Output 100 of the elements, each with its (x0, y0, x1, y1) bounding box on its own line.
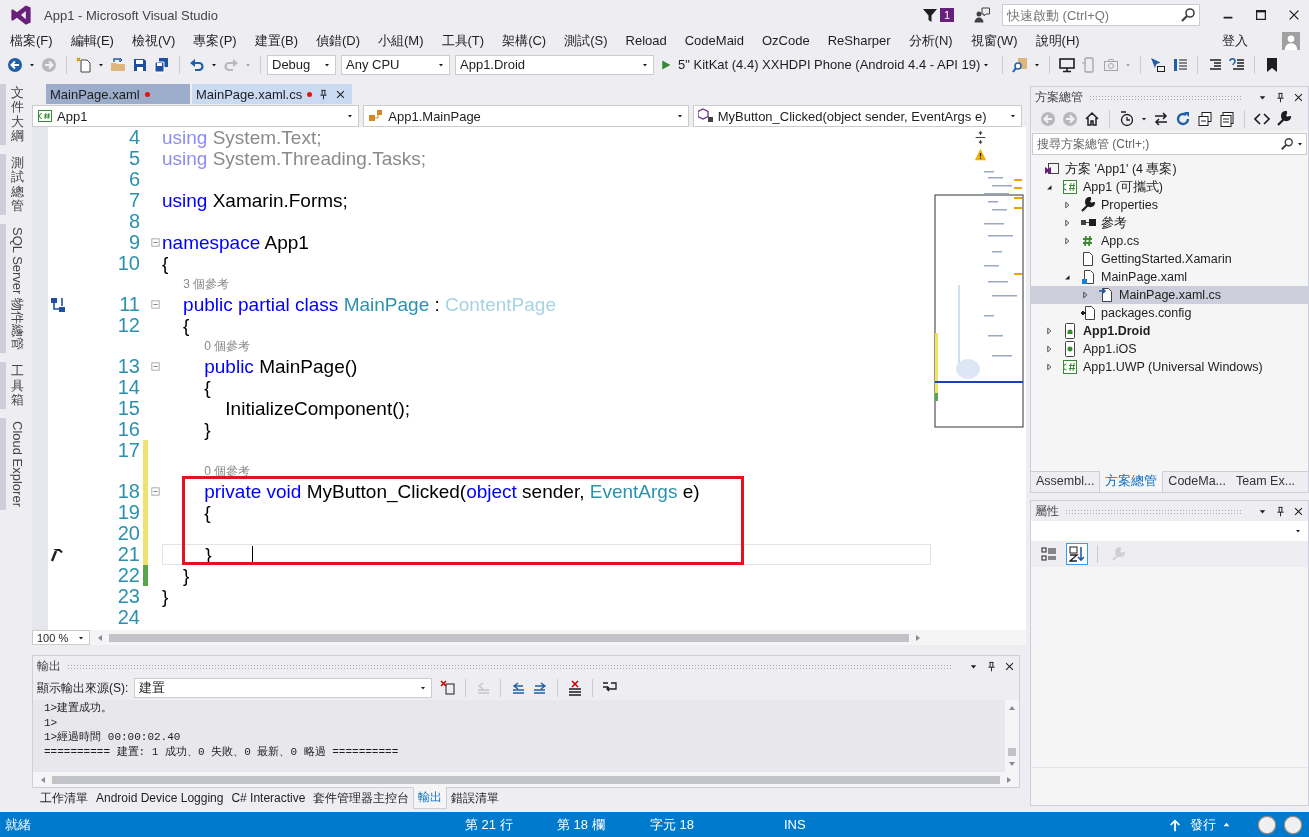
menu-item[interactable]: Reload (616, 30, 676, 51)
dropdown-arrow-icon[interactable] (1009, 112, 1017, 120)
status-circle-icon[interactable] (1283, 814, 1303, 835)
menu-item[interactable]: 測試(S) (555, 30, 617, 51)
dropdown-arrow-icon[interactable] (1294, 527, 1302, 535)
side-tab[interactable]: 工具箱 (0, 362, 24, 410)
feedback-icon[interactable] (974, 7, 990, 23)
menu-item[interactable]: CodeMaid (675, 30, 753, 51)
reference-count[interactable]: 0 個參考 (204, 337, 251, 355)
maximize-icon[interactable] (1254, 8, 1268, 22)
horizontal-scrollbar[interactable] (33, 772, 1019, 787)
tree-item[interactable]: App1.UWP (Universal Windows) (1031, 358, 1308, 376)
search-icon[interactable] (1280, 137, 1294, 151)
dropdown-arrow-icon[interactable] (675, 112, 684, 120)
close-icon[interactable] (1004, 660, 1015, 672)
selection-icon[interactable] (1150, 56, 1167, 73)
caret-up-icon[interactable] (1222, 820, 1231, 829)
previous-message-icon[interactable] (510, 680, 527, 696)
panel-tab[interactable]: 套件管理器主控台 (309, 787, 414, 809)
collapsed-arrow-icon[interactable] (1062, 218, 1072, 228)
filter-icon[interactable] (921, 7, 938, 23)
list-icon[interactable] (1172, 56, 1189, 73)
search-input[interactable]: 搜尋方案總管 (Ctrl+;) (1033, 135, 1280, 153)
go-to-source-icon[interactable] (440, 680, 457, 696)
tree-item[interactable]: MainPage.xaml (1031, 268, 1308, 286)
reference-count[interactable]: 3 個參考 (183, 275, 230, 293)
startup-project-dropdown[interactable]: App1.Droid (455, 54, 654, 75)
menu-item[interactable]: 小組(M) (369, 30, 433, 51)
publish-button[interactable]: 發行 (1190, 815, 1216, 834)
expanded-arrow-icon[interactable] (1062, 272, 1072, 282)
new-item-icon[interactable] (76, 56, 92, 73)
refresh-icon[interactable] (1175, 111, 1191, 127)
tree-item[interactable]: App1.Droid (1031, 322, 1308, 340)
expanded-arrow-icon[interactable] (1044, 182, 1054, 192)
avatar-icon[interactable] (1282, 31, 1300, 50)
sort-alphabetical-icon[interactable] (1066, 543, 1088, 565)
find-in-files-icon[interactable] (1012, 56, 1029, 73)
menu-item[interactable]: 編輯(E) (61, 30, 123, 51)
close-icon[interactable] (335, 88, 347, 100)
comment-icon[interactable] (1229, 56, 1246, 73)
panel-tab[interactable]: Android Device Logging (92, 789, 228, 807)
pin-icon[interactable] (1275, 505, 1286, 517)
member-dropdown[interactable]: MyButton_Clicked(object sender, EventArgs e) (692, 105, 1022, 127)
code-icon[interactable] (1254, 111, 1270, 127)
panel-tab[interactable]: Team Ex... (1231, 472, 1301, 490)
configuration-dropdown[interactable]: Debug (267, 54, 336, 75)
run-button[interactable]: 5" KitKat (4.4) XXHDPI Phone (Android 4.4 - API 19) (656, 57, 997, 72)
open-folder-icon[interactable] (110, 56, 126, 73)
menu-item[interactable]: 專案(P) (184, 30, 246, 51)
menu-item[interactable]: 分析(N) (899, 30, 962, 51)
tree-item[interactable]: 參考 (1031, 214, 1308, 232)
wrench-icon[interactable] (1276, 111, 1292, 127)
panel-tab[interactable]: 錯誤清單 (447, 787, 504, 809)
sign-in-link[interactable]: 登入 (1222, 31, 1248, 50)
panel-tab[interactable]: C# Interactive (227, 789, 310, 807)
upload-arrow-icon[interactable] (1168, 817, 1182, 832)
tree-item[interactable]: 方案 'App1' (4 專案) (1031, 160, 1308, 178)
collapsed-arrow-icon[interactable] (1062, 236, 1072, 246)
clear-all-icon[interactable] (567, 680, 584, 696)
menu-item[interactable]: 工具(T) (432, 30, 494, 51)
panel-tab[interactable]: 工作清單 (36, 787, 92, 809)
home-icon[interactable] (1084, 111, 1100, 127)
panel-tab[interactable]: Assembl... (1031, 472, 1100, 490)
tree-item[interactable]: App.cs (1031, 232, 1308, 250)
hierarchy-icon[interactable] (50, 296, 66, 313)
menu-item[interactable]: 偵錯(D) (307, 30, 370, 51)
show-all-files-icon[interactable] (1219, 111, 1235, 127)
output-source-dropdown[interactable]: 建置 (134, 678, 433, 698)
tree-item[interactable]: Properties (1031, 196, 1308, 214)
panel-tab[interactable]: CodeMa... (1163, 472, 1232, 490)
collapsed-arrow-icon[interactable] (1080, 290, 1090, 300)
dropdown-arrow-icon[interactable] (1296, 140, 1304, 148)
scroll-left-icon[interactable] (96, 633, 104, 642)
notification-badge[interactable]: 1 (939, 8, 954, 22)
caret-icon[interactable] (1140, 115, 1148, 123)
pin-icon[interactable] (318, 88, 330, 100)
collapsed-arrow-icon[interactable] (1062, 200, 1072, 210)
type-dropdown[interactable]: App1.MainPage (363, 105, 689, 127)
close-icon[interactable] (1293, 505, 1304, 517)
side-tab[interactable]: 測試總管 (0, 154, 24, 216)
code-editor[interactable] (32, 127, 934, 630)
menu-item[interactable]: OzCode (753, 30, 819, 51)
scroll-up-icon[interactable] (1008, 704, 1016, 712)
clock-icon[interactable] (1119, 111, 1135, 127)
reference-count[interactable]: 0 個參考 (204, 462, 251, 480)
scroll-right-icon[interactable] (1005, 775, 1013, 784)
collapsed-arrow-icon[interactable] (1044, 344, 1054, 354)
zoom-dropdown[interactable]: 100 % (32, 630, 90, 645)
side-tab[interactable]: 文件大綱 (0, 84, 24, 146)
side-tab[interactable]: Cloud Explorer (0, 418, 20, 511)
project-dropdown[interactable]: App1 (32, 105, 360, 127)
status-circle-icon[interactable] (1257, 814, 1277, 835)
hammer-icon[interactable] (50, 546, 66, 563)
vertical-scrollbar[interactable] (1005, 700, 1019, 772)
menu-item[interactable]: 檢視(V) (122, 30, 185, 51)
collapsed-arrow-icon[interactable] (1044, 362, 1054, 372)
tree-item[interactable]: GettingStarted.Xamarin (1031, 250, 1308, 268)
tree-item[interactable]: App1.iOS (1031, 340, 1308, 358)
dropdown-arrow-icon[interactable] (346, 112, 355, 120)
tree-item[interactable]: packages.config (1031, 304, 1308, 322)
